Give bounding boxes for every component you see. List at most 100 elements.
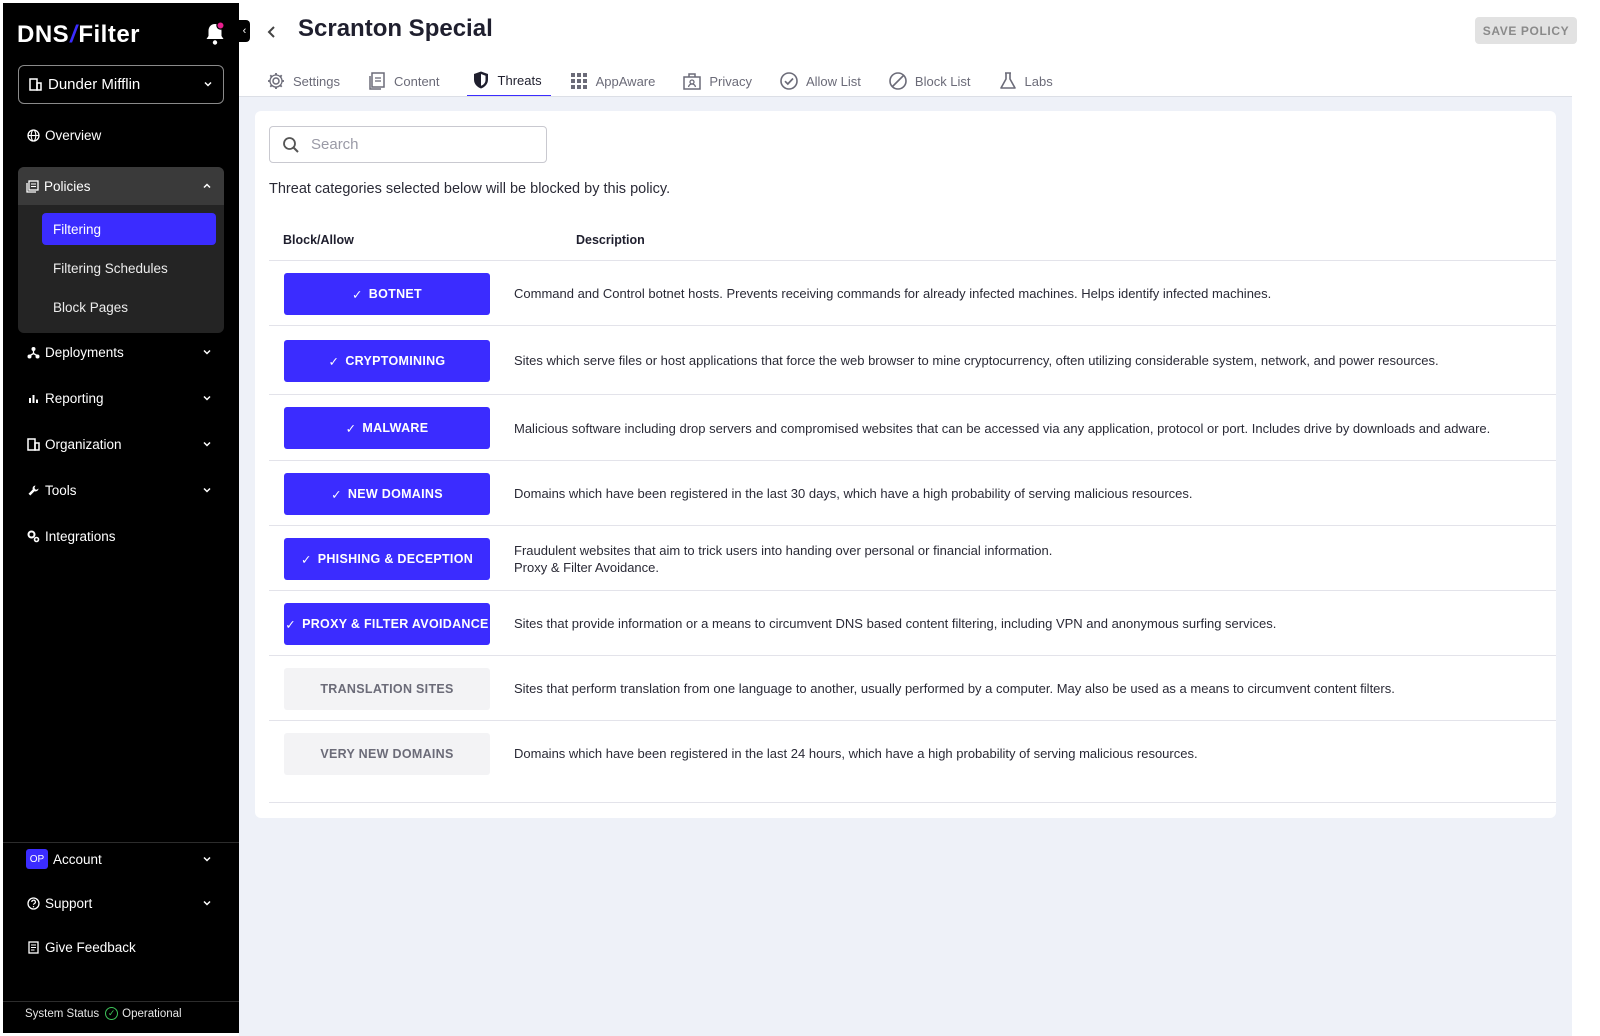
category-toggle-new-domains[interactable]: ✓ NEW DOMAINS <box>284 473 490 515</box>
privacy-icon <box>682 71 702 91</box>
sidebar-item-filtering[interactable]: Filtering <box>42 213 216 245</box>
organization-select[interactable]: Dunder Mifflin <box>18 65 224 104</box>
category-description: Command and Control botnet hosts. Preven… <box>514 286 1272 301</box>
category-label: PROXY & FILTER AVOIDANCE <box>302 617 489 631</box>
category-label: MALWARE <box>362 421 429 435</box>
nav-support[interactable]: Support <box>18 885 224 921</box>
dnsfilter-logo[interactable]: DNS / Filter <box>17 17 140 53</box>
table-row: ✓ MALWARE Malicious software including dro… <box>269 394 1556 460</box>
category-label: BOTNET <box>368 287 422 301</box>
table-row: VERY NEW DOMAINS Domains which have been … <box>269 720 1556 785</box>
notification-bell-icon[interactable] <box>203 21 227 47</box>
category-label: NEW DOMAINS <box>347 487 443 501</box>
tab-labs[interactable]: Labs <box>998 65 1062 97</box>
column-header-block-allow: Block/Allow <box>283 233 354 247</box>
nav-tools-label: Tools <box>45 482 77 498</box>
category-toggle-phishing-deception[interactable]: ✓ PHISHING & DECEPTION <box>284 538 490 580</box>
nav-integrations[interactable]: Integrations <box>18 518 224 554</box>
wrench-icon <box>26 483 40 497</box>
column-header-description: Description <box>576 233 645 247</box>
nav-organization[interactable]: Organization <box>18 426 224 462</box>
category-description: Domains which have been registered in th… <box>514 746 1198 761</box>
check-icon: ✓ <box>328 354 340 369</box>
category-toggle-translation-sites[interactable]: TRANSLATION SITES <box>284 668 490 710</box>
collapse-sidebar-button[interactable]: ‹ <box>239 20 250 42</box>
nav-account[interactable]: OP Account <box>18 841 224 877</box>
chevron-down-icon <box>203 76 213 93</box>
feedback-icon <box>26 940 40 954</box>
check-icon: ✓ <box>345 421 357 436</box>
sidebar-divider <box>3 1001 239 1002</box>
nav-reporting[interactable]: Reporting <box>18 380 224 416</box>
account-avatar: OP <box>26 849 48 869</box>
nav-policies[interactable]: Policies <box>18 167 224 205</box>
nav-deployments-label: Deployments <box>45 344 124 360</box>
tab-block-list[interactable]: Block List <box>888 65 980 97</box>
table-divider <box>269 802 1556 803</box>
tab-privacy[interactable]: Privacy <box>682 65 761 97</box>
chevron-down-icon <box>202 437 212 452</box>
nav-reporting-label: Reporting <box>45 390 104 406</box>
tab-threats-label: Threats <box>497 72 542 88</box>
nav-overview-label: Overview <box>45 127 102 143</box>
category-label: TRANSLATION SITES <box>320 682 454 696</box>
category-toggle-cryptomining[interactable]: ✓ CRYPTOMINING <box>284 340 490 382</box>
sidebar-item-block-pages[interactable]: Block Pages <box>42 291 216 323</box>
chevron-down-icon <box>202 483 212 498</box>
policies-icon <box>26 179 39 193</box>
category-description-line: Fraudulent websites that aim to trick us… <box>514 543 1053 558</box>
tab-allow-list[interactable]: Allow List <box>779 65 870 97</box>
back-button[interactable] <box>262 20 282 44</box>
building-icon <box>29 78 42 91</box>
nav-give-feedback[interactable]: Give Feedback <box>18 929 224 965</box>
category-description: Malicious software including drop server… <box>514 421 1491 436</box>
nav-overview[interactable]: Overview <box>18 117 224 153</box>
chevron-down-icon <box>202 896 212 911</box>
threats-card: Search Threat categories selected below … <box>255 111 1556 818</box>
logo-text-right: Filter <box>78 21 141 48</box>
category-toggle-very-new-domains[interactable]: VERY NEW DOMAINS <box>284 733 490 775</box>
nav-integrations-label: Integrations <box>45 528 116 544</box>
table-row: ✓ PROXY & FILTER AVOIDANCE Sites that prov… <box>269 590 1556 655</box>
sidebar-item-filtering-schedules[interactable]: Filtering Schedules <box>42 252 216 284</box>
table-row: TRANSLATION SITES Sites that perform tran… <box>269 655 1556 720</box>
tab-labs-label: Labs <box>1024 73 1053 89</box>
search-placeholder: Search <box>311 136 359 153</box>
tab-settings[interactable]: Settings <box>266 65 349 97</box>
gears-icon <box>26 529 40 543</box>
logo-slash: / <box>70 21 78 48</box>
help-circle-icon <box>26 896 40 910</box>
nav-deployments[interactable]: Deployments <box>18 334 224 370</box>
tab-appaware-label: AppAware <box>595 73 656 89</box>
category-toggle-proxy-filter-avoidance[interactable]: ✓ PROXY & FILTER AVOIDANCE <box>284 603 490 645</box>
document-icon <box>367 71 387 91</box>
tab-settings-label: Settings <box>293 73 340 89</box>
check-icon: ✓ <box>300 552 312 567</box>
tab-threats[interactable]: Threats <box>466 65 551 97</box>
threats-intro-text: Threat categories selected below will be… <box>269 181 671 197</box>
chevron-down-icon <box>202 852 212 867</box>
deployments-icon <box>26 345 40 359</box>
tab-appaware[interactable]: AppAware <box>569 65 665 97</box>
table-row: ✓ PHISHING & DECEPTION Fraudulent websites… <box>269 525 1556 590</box>
category-toggle-botnet[interactable]: ✓ BOTNET <box>284 273 490 315</box>
globe-icon <box>26 128 40 142</box>
chevron-up-icon <box>202 179 212 194</box>
category-description: Domains which have been registered in th… <box>514 486 1193 501</box>
search-input[interactable]: Search <box>269 126 547 163</box>
category-description: Sites that provide information or a mean… <box>514 616 1277 631</box>
save-policy-button[interactable]: SAVE POLICY <box>1475 17 1577 44</box>
category-description: Sites that perform translation from one … <box>514 681 1395 696</box>
system-status[interactable]: System Status ✓ Operational <box>25 1007 182 1020</box>
grid-icon <box>569 71 589 91</box>
tab-content[interactable]: Content <box>367 65 449 97</box>
nav-tools[interactable]: Tools <box>18 472 224 508</box>
category-label: CRYPTOMINING <box>345 354 446 368</box>
system-status-label: System Status <box>25 1007 100 1020</box>
table-row: ✓ BOTNET Command and Control botnet hosts.… <box>269 260 1556 325</box>
category-description: Sites which serve files or host applicat… <box>514 353 1439 368</box>
tab-allow-list-label: Allow List <box>805 73 861 89</box>
check-icon: ✓ <box>352 287 363 302</box>
category-toggle-malware[interactable]: ✓ MALWARE <box>284 407 490 449</box>
check-icon: ✓ <box>331 487 342 502</box>
